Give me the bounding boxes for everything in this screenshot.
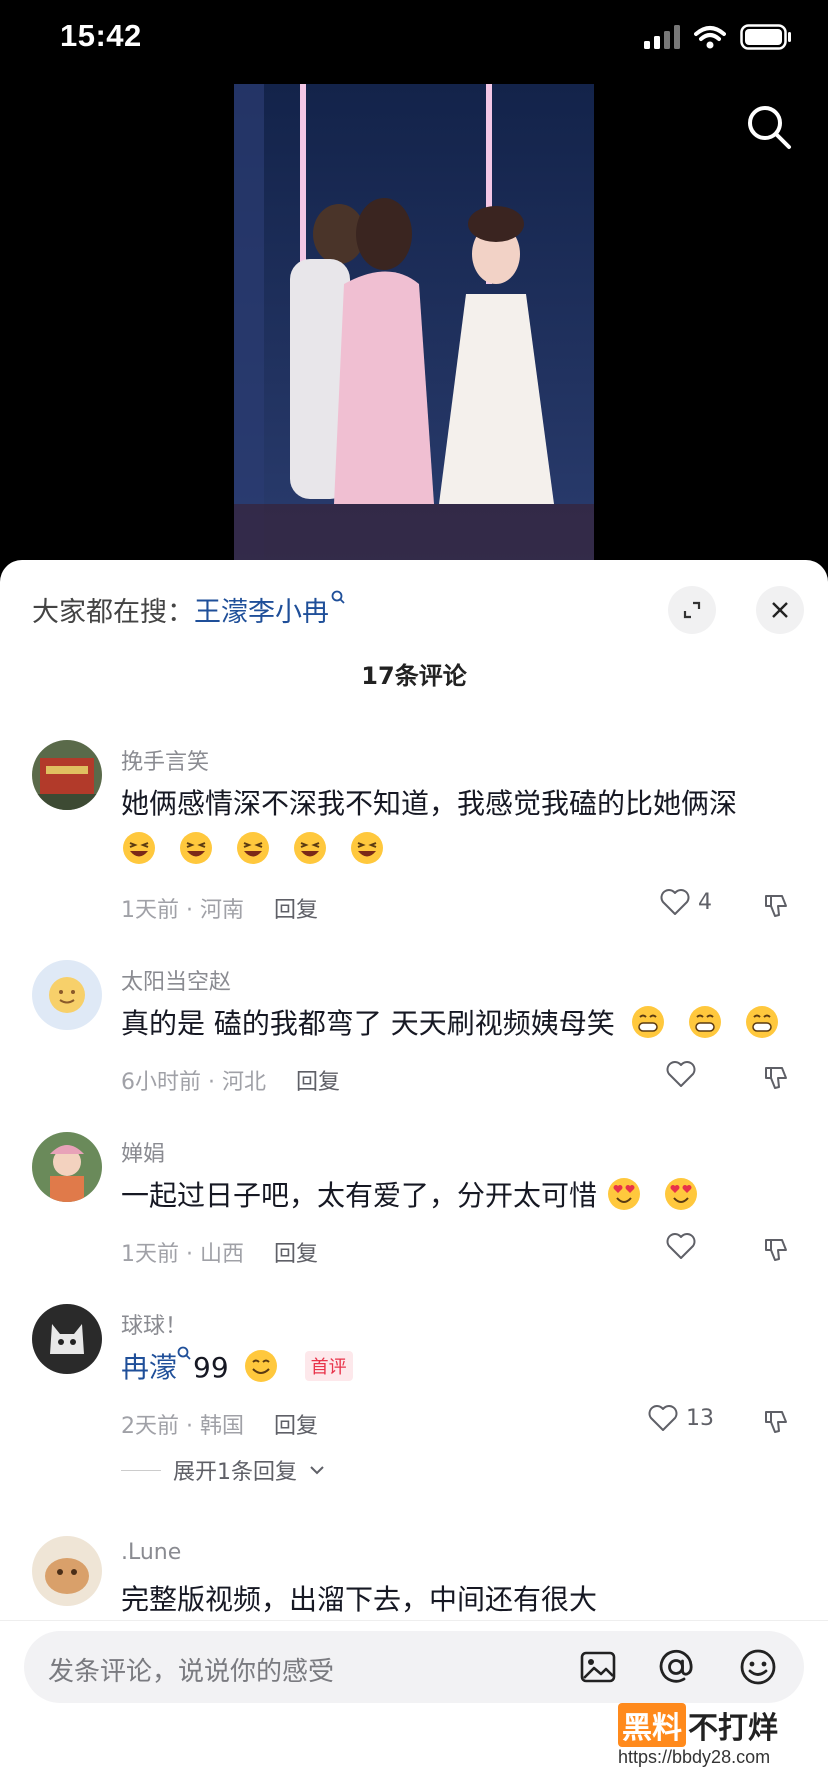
comment-time-location: 1天前 · 河南 <box>121 898 244 923</box>
comment-input-bar: 发条评论，说说你的感受 黑料 不打烊 https://bbdy28.com <box>0 1620 828 1781</box>
comment-meta: 1天前 · 河南 回复 <box>121 892 318 924</box>
avatar[interactable] <box>32 1536 102 1606</box>
heart-eyes-emoji-icon <box>664 1178 697 1210</box>
reply-button[interactable]: 回复 <box>274 1414 318 1439</box>
grinning-squint-emoji-icon <box>350 832 383 864</box>
comment-text-line: 一起过日子吧，太有爱了，分开太可惜 <box>121 1174 711 1214</box>
smiling-emoji-icon <box>244 1350 277 1382</box>
comment-emojis <box>121 830 397 866</box>
signal-icon <box>644 25 680 49</box>
expand-icon <box>683 601 701 619</box>
reply-button[interactable]: 回复 <box>274 1242 318 1267</box>
grinning-squint-emoji-icon <box>236 832 269 864</box>
watermark: 黑料 不打烊 https://bbdy28.com <box>618 1703 818 1768</box>
comment-time-location: 1天前 · 山西 <box>121 1242 244 1267</box>
like-button[interactable] <box>666 1060 696 1088</box>
like-count: 4 <box>698 889 712 915</box>
like-button[interactable] <box>666 1232 696 1260</box>
avatar[interactable] <box>32 740 102 810</box>
comment-item: .Lune 完整版视频，出溜下去，中间还有很大 <box>0 1536 828 1626</box>
expand-replies-button[interactable]: 展开1条回复 <box>121 1454 325 1486</box>
like-count: 13 <box>686 1405 714 1431</box>
comment-username[interactable]: 球球！ <box>121 1308 187 1340</box>
heart-icon <box>660 889 690 915</box>
comment-time-location: 6小时前 · 河北 <box>121 1070 266 1095</box>
heart-icon <box>648 1405 678 1431</box>
video-still-image <box>234 84 594 562</box>
watermark-mark: 黑料 <box>618 1703 686 1747</box>
comment-username[interactable]: .Lune <box>121 1540 181 1565</box>
search-small-icon <box>331 590 345 604</box>
avatar[interactable] <box>32 1132 102 1202</box>
reply-button[interactable]: 回复 <box>274 898 318 923</box>
comment-item: 挽手言笑 她俩感情深不深我不知道，我感觉我磕的比她俩深 1天前 · 河南 回复 4 <box>0 740 828 960</box>
heart-eyes-emoji-icon <box>607 1178 640 1210</box>
search-icon[interactable] <box>742 100 796 154</box>
comment-text: 一起过日子吧，太有爱了，分开太可惜 <box>121 1179 598 1212</box>
battery-icon <box>740 24 791 50</box>
comment-username[interactable]: 太阳当空赵 <box>121 964 231 996</box>
video-player[interactable] <box>0 80 828 562</box>
chevron-down-icon <box>310 1466 324 1475</box>
comment-username[interactable]: 婵娟 <box>121 1136 165 1168</box>
comment-count: 17条评论 <box>361 662 467 690</box>
comment-text: 完整版视频，出溜下去，中间还有很大 <box>121 1583 598 1616</box>
dislike-icon[interactable] <box>762 890 792 920</box>
comment-text: 99 <box>193 1351 229 1384</box>
mention-icon[interactable] <box>654 1645 698 1689</box>
comment-item: 婵娟 一起过日子吧，太有爱了，分开太可惜 1天前 · 山西 回复 <box>0 1132 828 1302</box>
video-frame <box>234 84 594 562</box>
search-small-icon <box>177 1346 191 1360</box>
watermark-logo: 黑料 不打烊 <box>618 1703 818 1747</box>
hot-search-prefix: 大家都在搜： <box>32 597 194 628</box>
heart-icon <box>666 1061 696 1087</box>
avatar[interactable] <box>32 1304 102 1374</box>
heart-icon <box>666 1233 696 1259</box>
status-bar: 15:42 <box>0 0 828 80</box>
comment-meta: 1天前 · 山西 回复 <box>121 1236 318 1268</box>
comment-username[interactable]: 挽手言笑 <box>121 744 209 776</box>
comment-input-placeholder: 发条评论，说说你的感受 <box>48 1657 335 1687</box>
hot-search[interactable]: 大家都在搜：王濛李小冉 <box>32 590 347 629</box>
close-icon <box>772 602 788 618</box>
grinning-squint-emoji-icon <box>293 832 326 864</box>
dislike-icon[interactable] <box>762 1406 792 1436</box>
grinning-squint-emoji-icon <box>123 832 155 864</box>
comment-text: 她俩感情深不深我不知道，我感觉我磕的比她俩深 <box>121 787 738 820</box>
comment-text: 真的是 磕的我都弯了 天天刷视频姨母笑 <box>121 1007 615 1040</box>
hot-search-term[interactable]: 王濛李小冉 <box>194 597 329 628</box>
first-comment-badge: 首评 <box>304 1351 353 1381</box>
reply-button[interactable]: 回复 <box>296 1070 340 1095</box>
close-button[interactable] <box>756 586 804 634</box>
comment-text-line: 冉濛 99 首评 <box>121 1346 353 1386</box>
comment-text-line: 真的是 磕的我都弯了 天天刷视频姨母笑 <box>121 1002 792 1042</box>
grinning-squint-emoji-icon <box>179 832 212 864</box>
comment-sheet: 大家都在搜：王濛李小冉 17条评论 挽手言笑 她俩感情深不深我不知道，我感觉我磕… <box>0 560 828 1780</box>
grinning-teeth-emoji-icon <box>745 1006 778 1038</box>
grinning-teeth-emoji-icon <box>631 1006 664 1038</box>
avatar[interactable] <box>32 960 102 1030</box>
comment-meta: 2天前 · 韩国 回复 <box>121 1408 318 1440</box>
dislike-icon[interactable] <box>762 1234 792 1264</box>
comment-meta: 6小时前 · 河北 回复 <box>121 1064 340 1096</box>
watermark-text: 不打烊 <box>688 1711 778 1746</box>
expand-replies-label: 展开1条回复 <box>173 1460 297 1485</box>
dislike-icon[interactable] <box>762 1062 792 1092</box>
image-icon[interactable] <box>576 1645 620 1689</box>
grinning-teeth-emoji-icon <box>688 1006 721 1038</box>
wifi-icon <box>694 26 726 49</box>
comment-item: 太阳当空赵 真的是 磕的我都弯了 天天刷视频姨母笑 6小时前 · 河北 回复 <box>0 960 828 1130</box>
comment-link-text[interactable]: 冉濛 <box>121 1351 177 1384</box>
expand-button[interactable] <box>668 586 716 634</box>
status-icons <box>644 24 792 50</box>
like-button[interactable]: 4 <box>660 888 712 916</box>
like-button[interactable]: 13 <box>648 1404 714 1432</box>
emoji-picker-icon[interactable] <box>736 1645 780 1689</box>
comment-time-location: 2天前 · 韩国 <box>121 1414 244 1439</box>
comment-item: 球球！ 冉濛 99 首评 2天前 · 韩国 回复 13 展开1条回复 <box>0 1304 828 1534</box>
watermark-url: https://bbdy28.com <box>618 1747 771 1767</box>
status-time: 15:42 <box>60 18 142 53</box>
comment-input[interactable]: 发条评论，说说你的感受 <box>24 1631 804 1703</box>
divider <box>121 1469 161 1471</box>
